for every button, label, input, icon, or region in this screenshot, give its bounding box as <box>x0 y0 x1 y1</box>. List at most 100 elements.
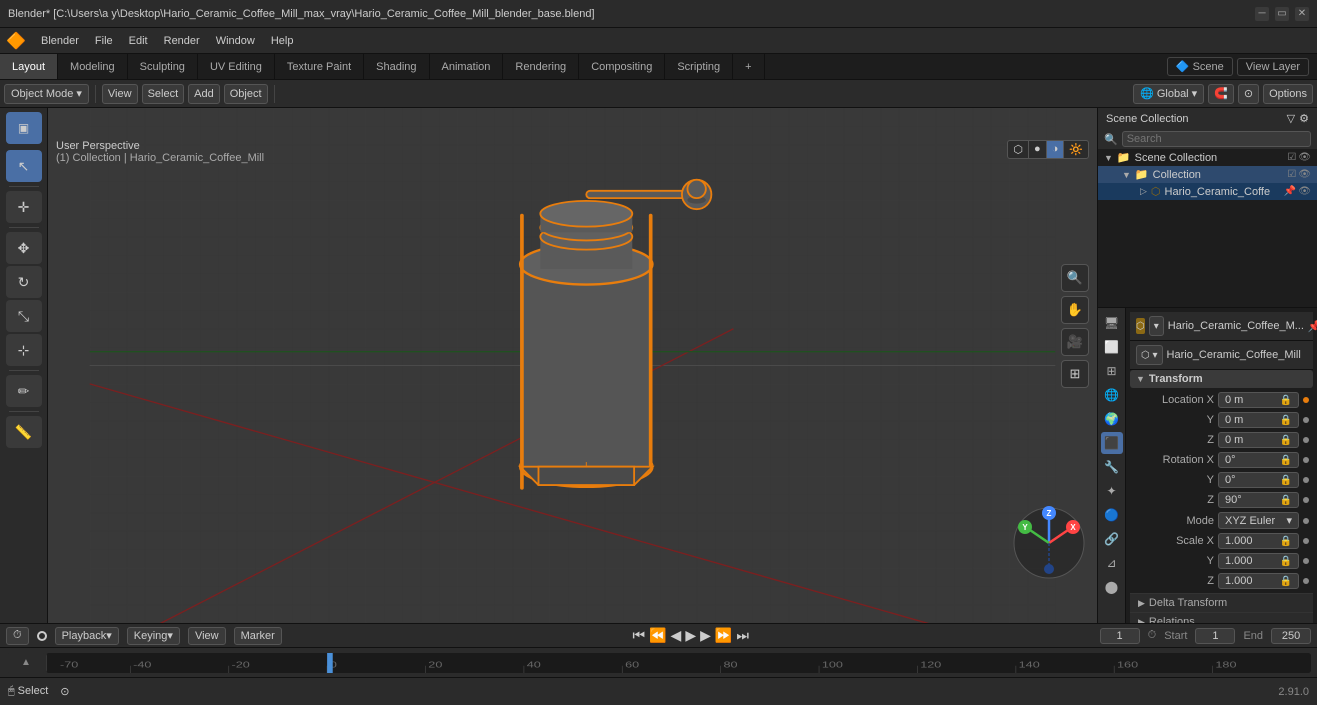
menu-edit[interactable]: Edit <box>122 33 155 49</box>
data-type-selector[interactable]: ⬡ ▾ <box>1136 345 1163 365</box>
playback-menu[interactable]: Playback ▾ <box>55 627 119 645</box>
location-x-lock-icon[interactable]: 🔒 <box>1280 395 1292 406</box>
marker-menu[interactable]: Marker <box>234 627 282 645</box>
constraints-props-icon[interactable]: 🔗 <box>1101 528 1123 550</box>
annotate-tool-btn[interactable]: ✏ <box>6 375 42 407</box>
workspace-icon-btn[interactable]: ▣ <box>6 112 42 144</box>
rotation-z-value[interactable]: 90° 🔒 <box>1218 492 1299 508</box>
timeline-expand-btn[interactable]: ▲ <box>6 653 46 673</box>
select-tool-btn[interactable]: ↖ <box>6 150 42 182</box>
location-y-lock-icon[interactable]: 🔒 <box>1280 415 1292 426</box>
outliner-filter-btn[interactable]: ▽ <box>1287 112 1295 125</box>
coll-exclude-btn[interactable]: ☑ <box>1287 169 1296 180</box>
obj-vis-btn[interactable]: 👁 <box>1298 186 1311 197</box>
transform-section-header[interactable]: ▼ Transform <box>1130 370 1313 388</box>
view-layer-props-icon[interactable]: ⊞ <box>1101 360 1123 382</box>
tab-add[interactable]: + <box>733 54 764 79</box>
rotate-tool-btn[interactable]: ↻ <box>6 266 42 298</box>
scale-z-value[interactable]: 1.000 🔒 <box>1218 573 1299 589</box>
next-keyframe-btn[interactable]: ▶ <box>700 627 711 644</box>
view-3d-btn[interactable]: 🔍 <box>1061 264 1089 292</box>
timeline-icon-btn[interactable]: ⏱ <box>6 627 29 645</box>
location-y-value[interactable]: 0 m 🔒 <box>1218 412 1299 428</box>
particles-props-icon[interactable]: ✦ <box>1101 480 1123 502</box>
measure-tool-btn[interactable]: 📏 <box>6 416 42 448</box>
rotation-y-lock-icon[interactable]: 🔒 <box>1280 475 1292 486</box>
rotation-x-lock-icon[interactable]: 🔒 <box>1280 455 1292 466</box>
scale-y-lock-icon[interactable]: 🔒 <box>1280 556 1292 567</box>
options-btn[interactable]: Options <box>1263 84 1313 104</box>
scene-coll-vis-btn[interactable]: 👁 <box>1298 152 1311 163</box>
tab-modeling[interactable]: Modeling <box>58 54 128 79</box>
minimize-button[interactable]: ─ <box>1255 7 1269 21</box>
location-z-value[interactable]: 0 m 🔒 <box>1218 432 1299 448</box>
tab-animation[interactable]: Animation <box>430 54 504 79</box>
rotation-mode-value[interactable]: XYZ Euler ▾ <box>1218 512 1299 529</box>
outliner-row-scene-collection[interactable]: ▼ 📁 Scene Collection ☑ 👁 <box>1098 149 1317 166</box>
location-x-value[interactable]: 0 m 🔒 <box>1218 392 1299 408</box>
scale-x-lock-icon[interactable]: 🔒 <box>1280 536 1292 547</box>
proportional-btn[interactable]: ⊙ <box>1238 84 1259 104</box>
view-menu-timeline[interactable]: View <box>188 627 226 645</box>
tab-uv-editing[interactable]: UV Editing <box>198 54 275 79</box>
solid-btn[interactable]: ● <box>1029 141 1047 158</box>
end-frame-display[interactable]: 250 <box>1271 628 1311 644</box>
prev-frame-btn[interactable]: ⏪ <box>649 627 666 644</box>
menu-window[interactable]: Window <box>209 33 262 49</box>
keying-menu[interactable]: Keying ▾ <box>127 627 180 645</box>
menu-blender[interactable]: Blender <box>34 33 86 49</box>
outliner-row-collection[interactable]: ▼ 📁 Collection ☑ 👁 <box>1098 166 1317 183</box>
timeline-ruler[interactable]: -70 -40 -20 0 20 40 60 80 100 120 <box>46 653 1311 673</box>
wireframe-btn[interactable]: ⬡ <box>1008 141 1029 158</box>
viewport[interactable]: User Perspective (1) Collection | Hario_… <box>48 108 1097 623</box>
view-layer-selector[interactable]: View Layer <box>1237 58 1309 76</box>
location-z-lock-icon[interactable]: 🔒 <box>1280 435 1292 446</box>
start-frame-display[interactable]: 1 <box>1195 628 1235 644</box>
menu-file[interactable]: File <box>88 33 120 49</box>
output-props-icon[interactable]: ⬜ <box>1101 336 1123 358</box>
scene-props-icon[interactable]: 🌐 <box>1101 384 1123 406</box>
jump-start-btn[interactable]: ⏮ <box>633 627 646 644</box>
object-menu[interactable]: Object <box>224 84 268 104</box>
close-button[interactable]: ✕ <box>1295 7 1309 21</box>
transform-tool-btn[interactable]: ⊹ <box>6 334 42 366</box>
tab-layout[interactable]: Layout <box>0 54 58 79</box>
mode-selector[interactable]: Object Mode ▾ <box>4 84 89 104</box>
jump-end-btn[interactable]: ⏭ <box>736 627 749 644</box>
tab-sculpting[interactable]: Sculpting <box>128 54 198 79</box>
outliner-search-input[interactable] <box>1122 131 1311 147</box>
relations-header[interactable]: ▶ Relations <box>1130 612 1313 623</box>
hand-tool-btn[interactable]: ✋ <box>1061 296 1089 324</box>
scene-coll-exclude-btn[interactable]: ☑ <box>1287 152 1296 163</box>
scale-tool-btn[interactable]: ⤡ <box>6 300 42 332</box>
coll-vis-btn[interactable]: 👁 <box>1298 169 1311 180</box>
tab-compositing[interactable]: Compositing <box>579 54 665 79</box>
material-props-icon[interactable]: ⬤ <box>1101 576 1123 598</box>
pin-icon[interactable]: 📌 <box>1308 320 1317 333</box>
current-frame-display[interactable]: 1 <box>1100 628 1140 644</box>
maximize-button[interactable]: ▭ <box>1275 7 1289 21</box>
scene-selector[interactable]: 🔷 Scene <box>1167 57 1233 76</box>
menu-help[interactable]: Help <box>264 33 301 49</box>
obj-type-selector[interactable]: ▾ <box>1149 316 1164 336</box>
tab-scripting[interactable]: Scripting <box>665 54 733 79</box>
timeline-record-btn[interactable] <box>37 631 47 641</box>
render-props-icon[interactable]: 🖥 <box>1101 312 1123 334</box>
tab-shading[interactable]: Shading <box>364 54 429 79</box>
add-menu[interactable]: Add <box>188 84 220 104</box>
scale-z-lock-icon[interactable]: 🔒 <box>1280 576 1292 587</box>
snap-btn[interactable]: 🧲 <box>1208 84 1234 104</box>
outliner-row-object[interactable]: ▷ ⬡ Hario_Ceramic_Coffe 📌 👁 <box>1098 183 1317 200</box>
move-tool-btn[interactable]: ✥ <box>6 232 42 264</box>
scale-x-value[interactable]: 1.000 🔒 <box>1218 533 1299 549</box>
obj-pin-btn[interactable]: 📌 <box>1284 186 1296 197</box>
delta-transform-header[interactable]: ▶ Delta Transform <box>1130 593 1313 612</box>
next-frame-btn[interactable]: ⏩ <box>715 627 732 644</box>
tab-texture-paint[interactable]: Texture Paint <box>275 54 364 79</box>
physics-props-icon[interactable]: 🔵 <box>1101 504 1123 526</box>
tab-rendering[interactable]: Rendering <box>503 54 579 79</box>
rotation-z-lock-icon[interactable]: 🔒 <box>1280 495 1292 506</box>
object-props-icon[interactable]: ⬛ <box>1101 432 1123 454</box>
view-menu[interactable]: View <box>102 84 138 104</box>
menu-render[interactable]: Render <box>157 33 207 49</box>
